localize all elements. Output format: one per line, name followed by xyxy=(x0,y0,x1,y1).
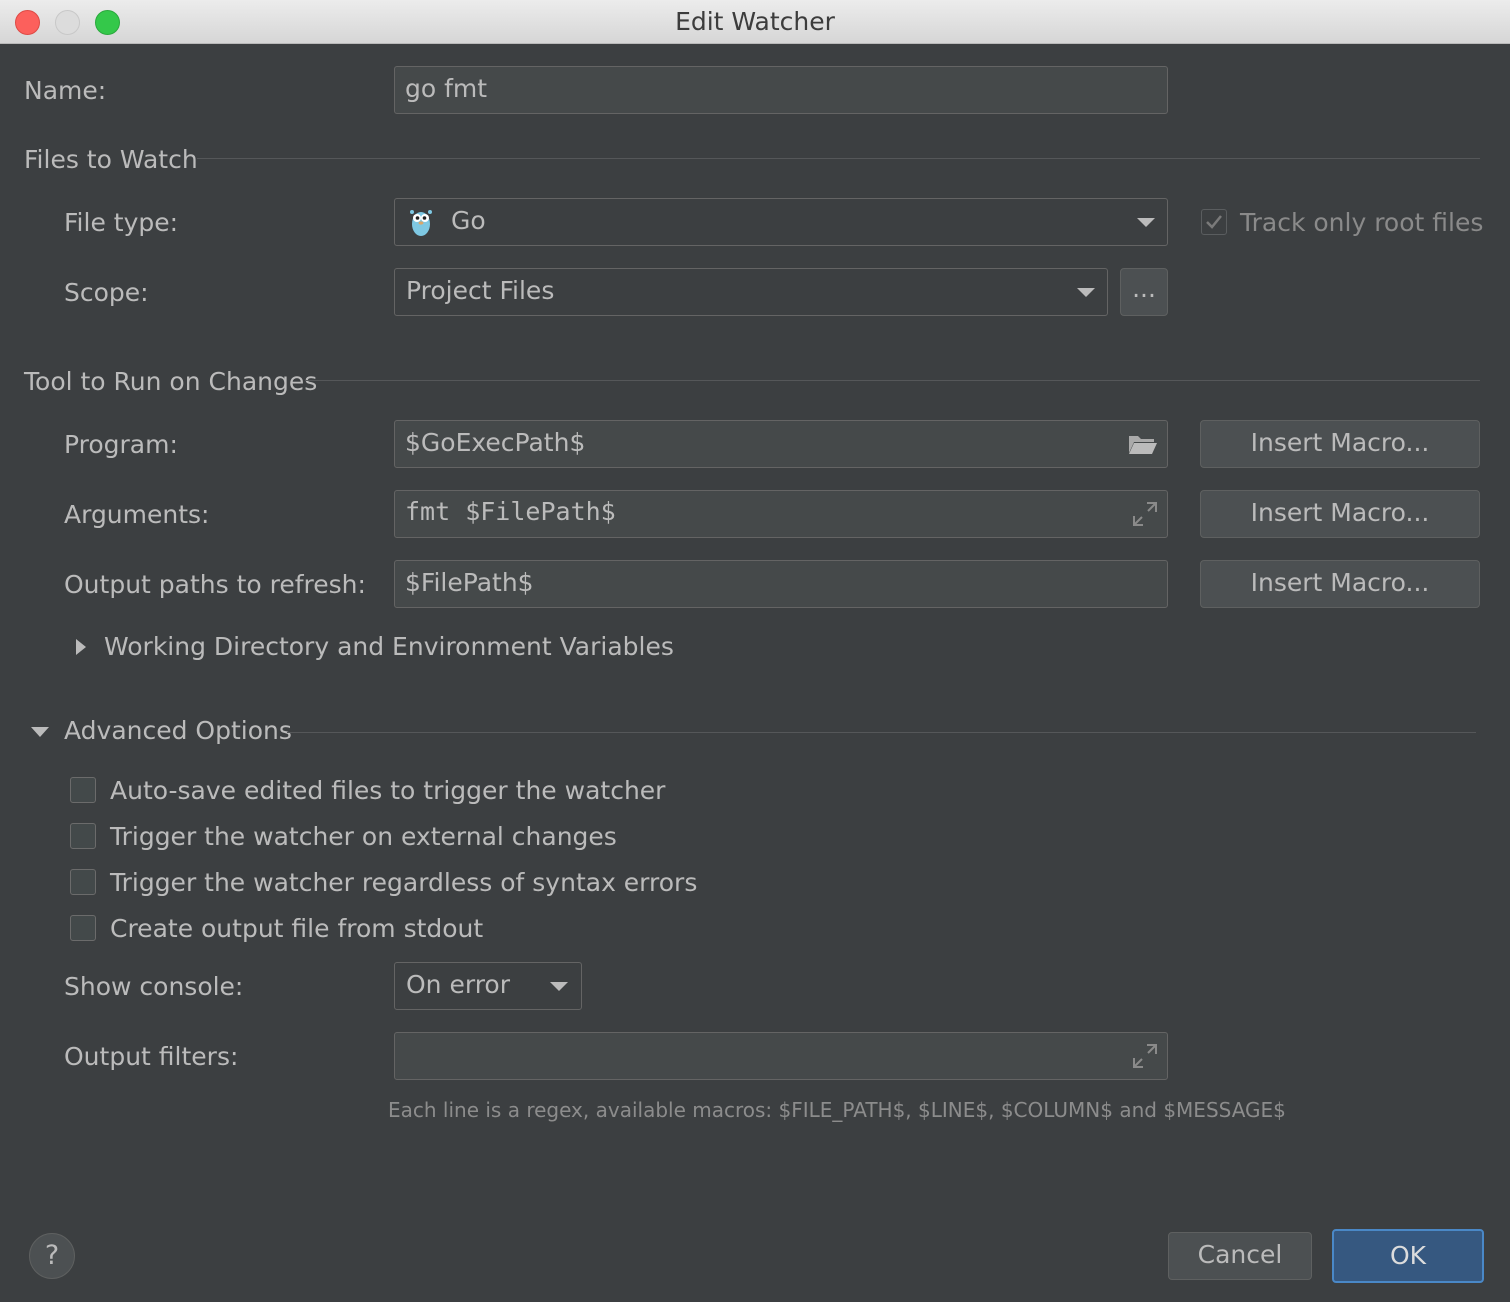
expand-icon[interactable] xyxy=(1132,1043,1158,1069)
chevron-down-icon[interactable] xyxy=(31,727,49,737)
output-filters-input[interactable] xyxy=(394,1032,1168,1080)
file-type-label: File type: xyxy=(64,208,179,237)
track-only-root-label: Track only root files xyxy=(1240,208,1484,237)
tool-separator xyxy=(305,380,1480,381)
title-bar: Edit Watcher xyxy=(0,0,1510,44)
output-paths-input[interactable]: $FilePath$ xyxy=(394,560,1168,608)
output-paths-insert-macro-button[interactable]: Insert Macro... xyxy=(1200,560,1480,608)
stdout-output-label: Create output file from stdout xyxy=(110,914,484,943)
auto-save-label: Auto-save edited files to trigger the wa… xyxy=(110,776,666,805)
track-only-root-checkbox[interactable] xyxy=(1201,209,1227,235)
arguments-value: fmt $FilePath$ xyxy=(405,497,616,526)
external-changes-label: Trigger the watcher on external changes xyxy=(110,822,617,851)
help-button[interactable]: ? xyxy=(29,1233,75,1279)
show-console-value: On error xyxy=(406,970,510,999)
show-console-label: Show console: xyxy=(64,972,244,1001)
scope-browse-button[interactable]: ... xyxy=(1120,268,1168,316)
file-type-dropdown[interactable]: Go xyxy=(394,198,1168,246)
file-type-value: Go xyxy=(451,206,486,235)
name-input[interactable]: go fmt xyxy=(394,66,1168,114)
files-to-watch-separator xyxy=(197,158,1480,159)
chevron-down-icon xyxy=(1137,218,1155,227)
output-filters-hint: Each line is a regex, available macros: … xyxy=(388,1098,1286,1122)
syntax-errors-label: Trigger the watcher regardless of syntax… xyxy=(110,868,698,897)
checkmark-icon xyxy=(1206,215,1222,229)
program-insert-macro-button[interactable]: Insert Macro... xyxy=(1200,420,1480,468)
show-console-dropdown[interactable]: On error xyxy=(394,962,582,1010)
advanced-options-separator xyxy=(287,732,1476,733)
syntax-errors-checkbox[interactable] xyxy=(70,869,96,895)
output-paths-label: Output paths to refresh: xyxy=(64,570,366,599)
advanced-options-section-title[interactable]: Advanced Options xyxy=(64,716,292,746)
ok-button[interactable]: OK xyxy=(1332,1229,1484,1283)
expand-icon[interactable] xyxy=(1132,501,1158,527)
program-label: Program: xyxy=(64,430,178,459)
working-dir-toggle[interactable]: Working Directory and Environment Variab… xyxy=(104,632,674,662)
tool-section-title: Tool to Run on Changes xyxy=(24,367,318,396)
scope-label: Scope: xyxy=(64,278,149,307)
program-value: $GoExecPath$ xyxy=(405,428,586,457)
gopher-icon xyxy=(410,210,432,236)
external-changes-checkbox[interactable] xyxy=(70,823,96,849)
folder-icon[interactable] xyxy=(1128,433,1158,455)
cancel-button[interactable]: Cancel xyxy=(1168,1232,1312,1280)
auto-save-checkbox[interactable] xyxy=(70,777,96,803)
arguments-insert-macro-button[interactable]: Insert Macro... xyxy=(1200,490,1480,538)
arguments-label: Arguments: xyxy=(64,500,210,529)
program-input[interactable]: $GoExecPath$ xyxy=(394,420,1168,468)
window-title: Edit Watcher xyxy=(675,7,835,36)
chevron-down-icon xyxy=(550,982,568,991)
name-label: Name: xyxy=(24,76,107,105)
arguments-input[interactable]: fmt $FilePath$ xyxy=(394,490,1168,538)
output-filters-label: Output filters: xyxy=(64,1042,239,1071)
chevron-right-icon[interactable] xyxy=(76,639,86,655)
chevron-down-icon xyxy=(1077,288,1095,297)
scope-value: Project Files xyxy=(406,276,555,305)
stdout-output-checkbox[interactable] xyxy=(70,915,96,941)
scope-dropdown[interactable]: Project Files xyxy=(394,268,1108,316)
files-to-watch-section-title: Files to Watch xyxy=(24,145,198,174)
